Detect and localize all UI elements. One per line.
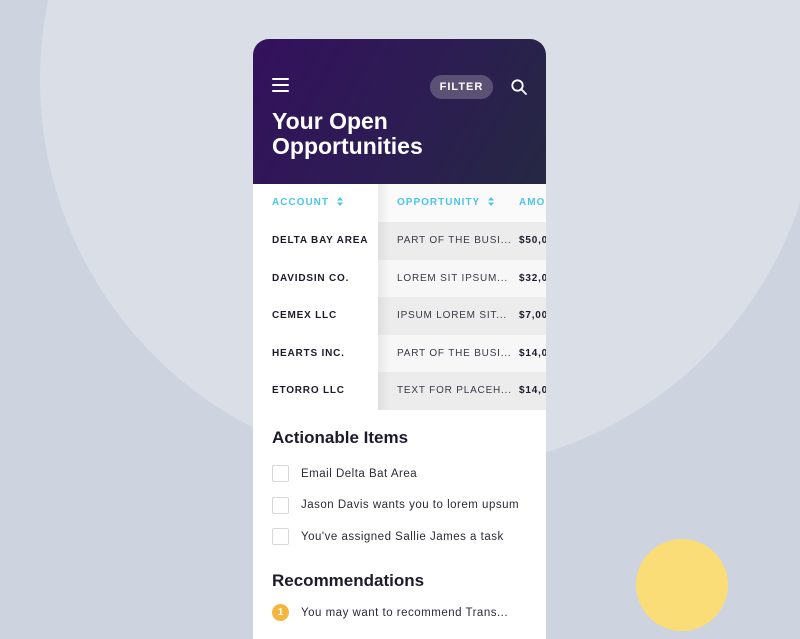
- opportunity-header-label: OPPORTUNITY: [397, 197, 481, 208]
- task-item[interactable]: You've assigned Sallie James a task: [272, 521, 527, 553]
- account-header-label: ACCOUNT: [272, 197, 329, 208]
- opportunity-cell: IPSUM LOREM SIT...: [397, 310, 507, 322]
- table-row[interactable]: PART OF THE BUSI... $14,0: [378, 334, 546, 373]
- amount-cell: $14,0: [519, 347, 546, 359]
- search-icon[interactable]: [511, 79, 527, 95]
- opportunities-table: ACCOUNT DELTA BAY AREA DAVIDSIN CO. CEME…: [253, 184, 546, 410]
- scroll-column-headers: OPPORTUNITY AMOU: [378, 184, 546, 222]
- opportunity-cell: PART OF THE BUSI...: [397, 347, 512, 359]
- actionable-items-section: Actionable Items Email Delta Bat Area Ja…: [253, 428, 546, 553]
- task-label: You've assigned Sallie James a task: [301, 530, 504, 543]
- sort-arrows-icon: [487, 197, 494, 206]
- table-row[interactable]: PART OF THE BUSI... $50,0: [378, 222, 546, 260]
- scroll-rows: PART OF THE BUSI... $50,0 LOREM SIT IPSU…: [378, 222, 546, 410]
- account-cell[interactable]: ETORRO LLC: [253, 372, 378, 410]
- amount-cell: $32,0: [519, 272, 546, 284]
- task-checkbox[interactable]: [272, 528, 289, 546]
- account-column: ACCOUNT DELTA BAY AREA DAVIDSIN CO. CEME…: [253, 184, 378, 410]
- recommendation-number-badge: 1: [272, 604, 289, 621]
- task-item[interactable]: Jason Davis wants you to lorem upsum: [272, 490, 527, 522]
- account-cell[interactable]: HEARTS INC.: [253, 335, 378, 373]
- hamburger-menu-icon[interactable]: [272, 78, 289, 92]
- task-item[interactable]: Email Delta Bat Area: [272, 458, 527, 490]
- page-title: Your Open Opportunities: [272, 108, 423, 159]
- recommendation-text: You may want to recommend Trans...: [301, 606, 509, 619]
- amount-cell: $7,00: [519, 310, 546, 322]
- task-checkbox[interactable]: [272, 465, 289, 483]
- app-header: FILTER Your Open Opportunities: [253, 39, 546, 184]
- actionable-items-title: Actionable Items: [272, 428, 409, 447]
- account-cell[interactable]: DAVIDSIN CO.: [253, 260, 378, 298]
- account-column-header[interactable]: ACCOUNT: [253, 184, 378, 222]
- filter-button[interactable]: FILTER: [430, 75, 493, 99]
- account-cell[interactable]: DELTA BAY AREA: [253, 222, 378, 260]
- yellow-circle-decoration: [636, 539, 728, 631]
- table-row[interactable]: IPSUM LOREM SIT... $7,00: [378, 297, 546, 335]
- recommendations-title: Recommendations: [272, 570, 425, 590]
- opportunity-cell: TEXT FOR PLACEH...: [397, 385, 512, 397]
- task-checkbox[interactable]: [272, 496, 289, 514]
- phone-screen: FILTER Your Open Opportunities ACCOUNT D…: [253, 39, 546, 639]
- task-label: Jason Davis wants you to lorem upsum: [301, 499, 520, 512]
- opportunity-column-header[interactable]: OPPORTUNITY: [378, 184, 519, 222]
- amount-column-header[interactable]: AMOU: [519, 184, 546, 222]
- table-row[interactable]: TEXT FOR PLACEH... $14,0: [378, 372, 546, 410]
- opportunity-cell: LOREM SIT IPSUM...: [397, 272, 508, 284]
- table-row[interactable]: LOREM SIT IPSUM... $32,0: [378, 259, 546, 298]
- amount-cell: $14,0: [519, 385, 546, 397]
- amount-cell: $50,0: [519, 235, 546, 246]
- scrollable-columns[interactable]: OPPORTUNITY AMOU PART OF THE BUSI... $50…: [378, 184, 546, 410]
- sort-arrows-icon: [336, 197, 343, 206]
- task-label: Email Delta Bat Area: [301, 467, 418, 480]
- opportunity-cell: PART OF THE BUSI...: [397, 235, 512, 246]
- account-cell[interactable]: CEMEX LLC: [253, 297, 378, 335]
- recommendations-section: Recommendations 1 You may want to recomm…: [253, 571, 546, 625]
- recommendation-item[interactable]: 1 You may want to recommend Trans...: [272, 601, 527, 625]
